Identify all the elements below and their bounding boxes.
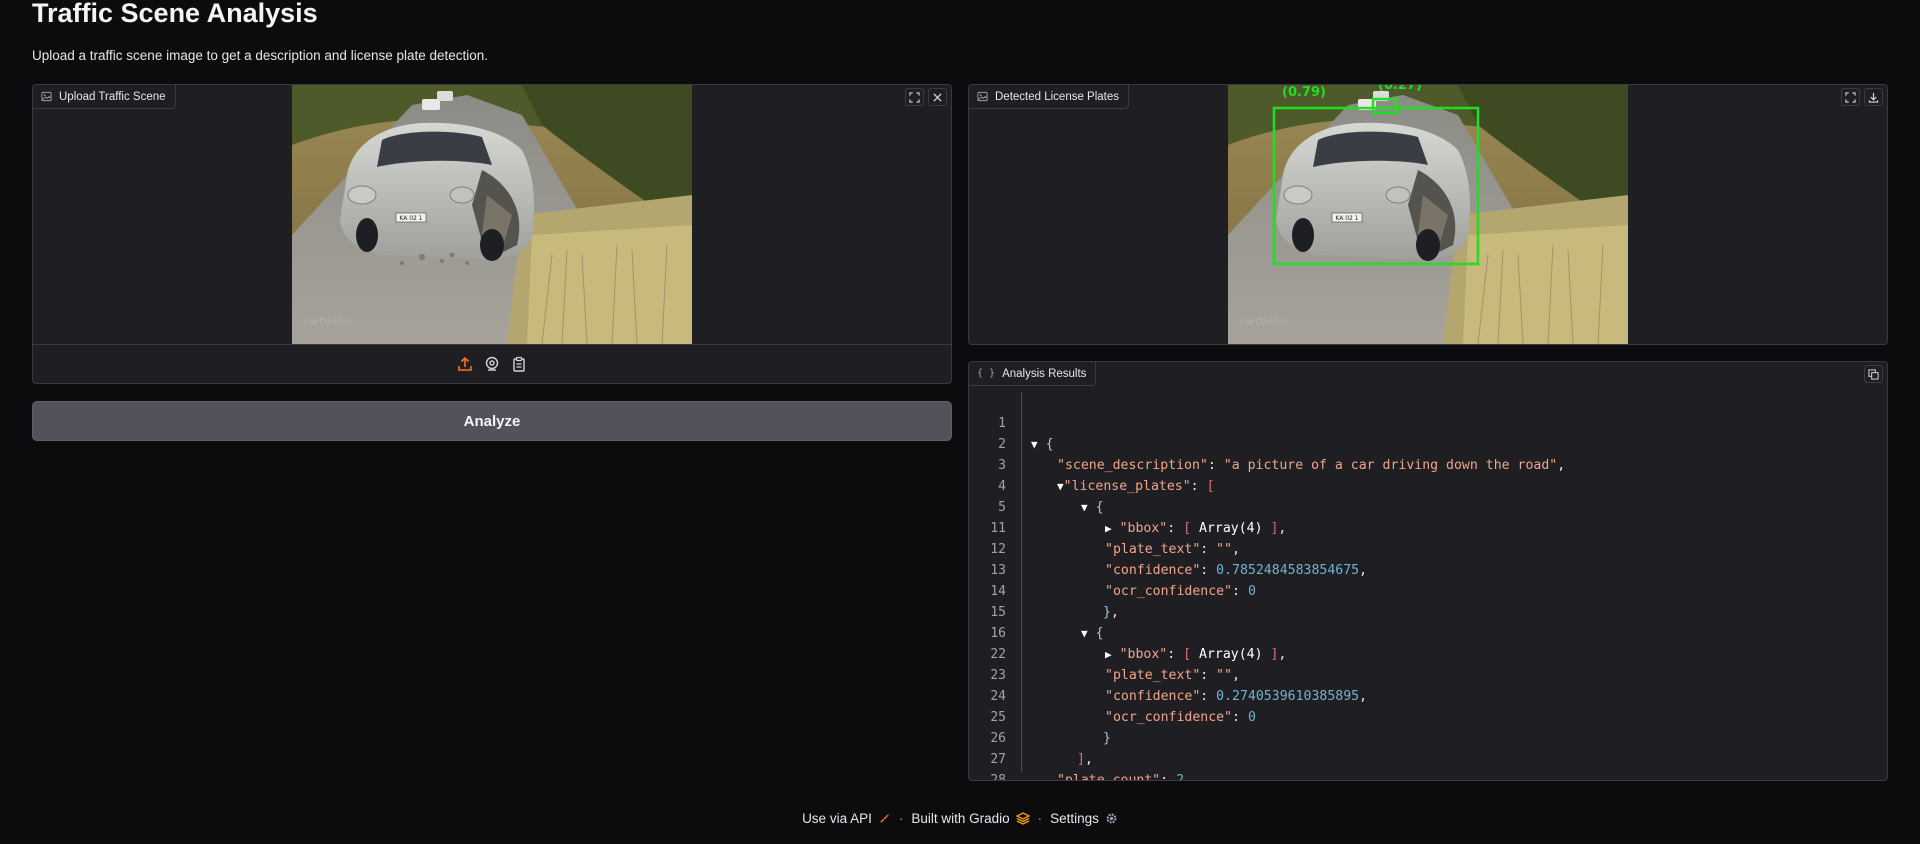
analyze-button[interactable]: Analyze xyxy=(32,401,952,441)
detection-label-1: (0.79) xyxy=(1282,85,1326,100)
expand-toggle-icon[interactable]: ▶ xyxy=(1105,648,1112,661)
json-line: 23 "confidence": 0.2740539610385895, xyxy=(990,668,1368,704)
json-line: 5 ▶ "bbox": [ Array(4) ], xyxy=(998,500,1287,536)
gradio-logo-icon xyxy=(1015,812,1030,825)
annotated-scene-image: KA 02 1 carDekho (0.79) (0.27) xyxy=(1228,85,1628,344)
copy-icon xyxy=(1868,368,1879,380)
fullscreen-button[interactable] xyxy=(905,88,924,106)
upload-panel-label: Upload Traffic Scene xyxy=(33,85,176,109)
json-line: 2 "scene_description": "a picture of a c… xyxy=(998,437,1566,473)
uploaded-image-area: KA 02 1 carDekho xyxy=(33,85,951,344)
gear-icon xyxy=(1106,813,1117,824)
collapse-toggle-icon[interactable]: ▼ xyxy=(1081,627,1088,640)
built-with-gradio-link[interactable]: Built with Gradio xyxy=(911,811,1030,826)
json-line: 3 ▼"license_plates": [ xyxy=(998,458,1215,494)
analysis-results-panel: { } Analysis Results 1 ▼ { 2 "scene_desc… xyxy=(968,361,1888,781)
json-line: 26 ], xyxy=(990,731,1093,767)
clear-image-button[interactable] xyxy=(928,88,947,106)
json-line: 22 "plate_text": "", xyxy=(990,647,1241,683)
clipboard-icon xyxy=(513,356,525,372)
json-line: 13 "ocr_confidence": 0 xyxy=(990,563,1256,599)
svg-text:KA 02 1: KA 02 1 xyxy=(1335,215,1358,222)
use-via-api-link[interactable]: Use via API xyxy=(802,811,891,826)
json-line: 15 ▼ { xyxy=(990,605,1104,641)
upload-panel-label-text: Upload Traffic Scene xyxy=(59,90,166,103)
json-line: 28 } xyxy=(990,773,1006,781)
detection-label-2: (0.27) xyxy=(1378,85,1422,93)
detected-panel-label: Detected License Plates xyxy=(969,85,1130,109)
fullscreen-icon xyxy=(1845,91,1856,103)
webcam-button[interactable] xyxy=(484,356,500,372)
svg-text:carDekho: carDekho xyxy=(1240,317,1288,328)
json-braces-icon: { } xyxy=(977,368,996,379)
download-button[interactable] xyxy=(1864,88,1883,106)
upload-button[interactable] xyxy=(457,356,473,372)
fullscreen-button[interactable] xyxy=(1841,88,1860,106)
watermark: carDekho xyxy=(304,317,352,328)
settings-link[interactable]: Settings xyxy=(1050,811,1118,826)
json-line: 16 ▶ "bbox": [ Array(4) ], xyxy=(990,626,1287,662)
svg-text:KA 02 1: KA 02 1 xyxy=(399,215,422,222)
image-icon xyxy=(977,91,988,102)
page-subtitle: Upload a traffic scene image to get a de… xyxy=(32,48,489,63)
json-viewer: 1 ▼ { 2 "scene_description": "a picture … xyxy=(969,392,1887,780)
webcam-icon xyxy=(485,356,499,371)
page-title: Traffic Scene Analysis xyxy=(32,0,318,28)
json-line: 1 ▼ { xyxy=(998,416,1054,452)
clipboard-button[interactable] xyxy=(511,356,527,372)
uploaded-scene-image: KA 02 1 carDekho xyxy=(292,85,692,344)
detected-image-area: KA 02 1 carDekho (0.79) (0.27) xyxy=(969,85,1887,344)
json-line: 27 "plate_count": 2 xyxy=(990,752,1185,781)
detected-panel-label-text: Detected License Plates xyxy=(995,90,1120,103)
detected-plates-panel: Detected License Plates KA 02 1 carDekho… xyxy=(968,84,1888,345)
collapse-toggle-icon[interactable]: ▼ xyxy=(1031,438,1038,451)
json-line: 25 } xyxy=(990,710,1111,746)
rocket-icon xyxy=(880,813,889,823)
results-panel-label-text: Analysis Results xyxy=(1002,367,1087,380)
fullscreen-icon xyxy=(909,91,920,103)
json-line: 4 ▼ { xyxy=(998,479,1104,515)
json-line: 12 "confidence": 0.7852484583854675, xyxy=(990,542,1368,578)
json-line: 14 }, xyxy=(990,584,1119,620)
footer-separator: · xyxy=(898,811,904,826)
image-icon xyxy=(41,91,52,102)
collapse-toggle-icon[interactable]: ▼ xyxy=(1081,501,1088,514)
results-panel-label: { } Analysis Results xyxy=(969,362,1097,386)
upload-icon xyxy=(458,356,472,371)
footer-separator: · xyxy=(1037,811,1043,826)
json-line: 24 "ocr_confidence": 0 xyxy=(990,689,1256,725)
upload-image-panel[interactable]: Upload Traffic Scene KA 02 1 carDekho xyxy=(32,84,952,384)
close-icon xyxy=(933,92,942,102)
upload-source-toolbar xyxy=(33,344,951,383)
download-icon xyxy=(1868,92,1879,103)
expand-toggle-icon[interactable]: ▶ xyxy=(1105,522,1112,535)
collapse-toggle-icon[interactable]: ▼ xyxy=(1057,480,1064,493)
copy-json-button[interactable] xyxy=(1864,365,1883,383)
footer: Use via API · Built with Gradio · Settin… xyxy=(0,811,1920,826)
json-line: 11 "plate_text": "", xyxy=(990,521,1241,557)
